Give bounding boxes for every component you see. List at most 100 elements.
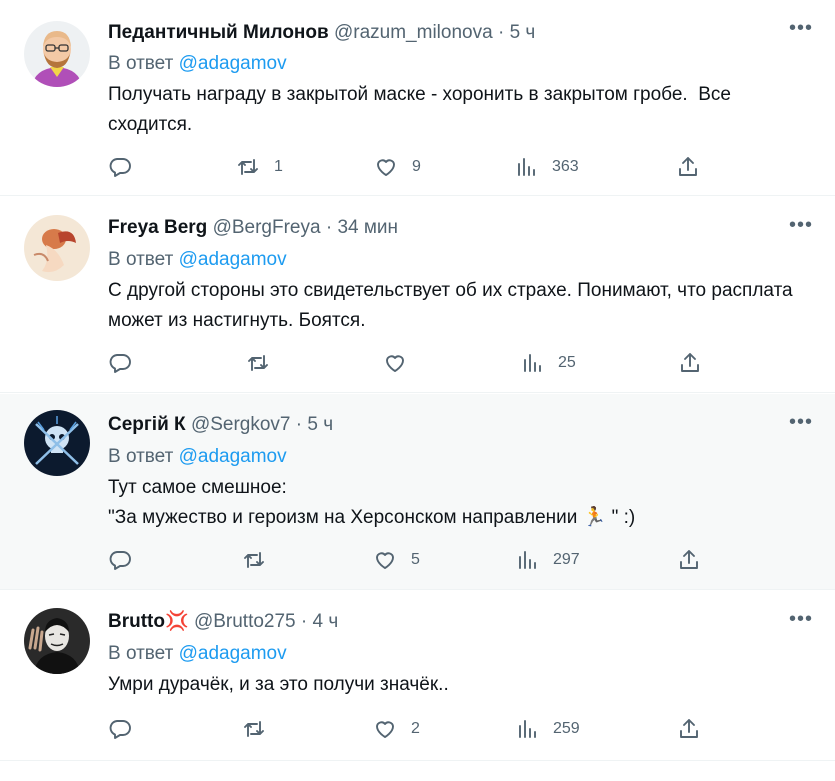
separator-dot: · — [325, 217, 333, 238]
reply-mention-link[interactable]: @adagamov — [179, 53, 287, 74]
tweet-text: С другой стороны это свидетельствует об … — [108, 280, 798, 331]
reply-icon — [109, 158, 131, 177]
reply-prefix: В ответ — [108, 643, 174, 664]
share-icon — [679, 157, 697, 176]
avatar-painting-icon — [24, 215, 90, 281]
user-handle[interactable]: @Sergkov7 — [191, 414, 291, 435]
more-options-icon[interactable]: ••• — [789, 18, 813, 46]
separator-dot: · — [300, 611, 308, 632]
share-icon — [680, 550, 698, 569]
user-avatar[interactable] — [24, 410, 90, 476]
reply-icon — [109, 720, 131, 739]
heart-icon — [377, 159, 395, 176]
reply-button[interactable] — [108, 152, 146, 182]
avatar-cartoon-face-icon — [24, 21, 90, 87]
retweet-button[interactable]: 1 — [236, 152, 283, 182]
tweet-time[interactable]: 4 ч — [313, 611, 339, 632]
share-icon — [680, 719, 698, 738]
retweet-icon — [244, 721, 264, 737]
reply-context: В ответ @adagamov — [108, 52, 287, 76]
tweet-text: Получать награду в закрытой маске - хоро… — [108, 84, 737, 135]
user-handle[interactable]: @razum_milonova — [334, 22, 493, 43]
views-button[interactable]: 259 — [515, 714, 580, 744]
tweet-actions: 1 9 363 — [0, 152, 835, 182]
retweet-icon — [244, 552, 264, 568]
reply-button[interactable] — [108, 348, 146, 378]
anger-emoji-icon: 💢 — [164, 611, 189, 632]
like-button[interactable]: 5 — [373, 545, 420, 575]
reply-context: В ответ @adagamov — [108, 642, 287, 666]
like-count: 2 — [411, 720, 420, 737]
heart-icon — [376, 721, 394, 738]
tweet-item[interactable]: Сергій К @Sergkov7 · 5 ч ••• В ответ @ad… — [0, 394, 835, 590]
like-count: 9 — [412, 158, 421, 175]
reply-mention-link[interactable]: @adagamov — [179, 446, 287, 467]
tweet-item[interactable]: Педантичный Милонов @razum_milonova · 5 … — [0, 0, 835, 196]
view-count: 297 — [553, 551, 580, 568]
reply-icon — [109, 354, 131, 373]
separator-dot: · — [497, 22, 505, 43]
tweet-header: Freya Berg @BergFreya · 34 мин — [108, 216, 775, 240]
user-avatar[interactable] — [24, 215, 90, 281]
more-options-icon[interactable]: ••• — [789, 215, 813, 243]
avatar-skull-swords-icon — [24, 410, 90, 476]
tweet-header: Brutto💢 @Brutto275 · 4 ч — [108, 610, 775, 634]
user-handle[interactable]: @Brutto275 — [194, 611, 296, 632]
share-button[interactable] — [677, 545, 701, 575]
reply-prefix: В ответ — [108, 249, 174, 270]
tweet-item[interactable]: Brutto💢 @Brutto275 · 4 ч ••• В ответ @ad… — [0, 591, 835, 761]
separator-dot: · — [295, 414, 303, 435]
user-display-name[interactable]: Brutto — [108, 611, 165, 632]
tweet-actions: 2 259 — [0, 714, 835, 744]
user-avatar[interactable] — [24, 21, 90, 87]
share-button[interactable] — [676, 152, 700, 182]
views-button[interactable]: 363 — [514, 152, 579, 182]
retweet-icon — [238, 159, 258, 175]
tweet-header: Сергій К @Sergkov7 · 5 ч — [108, 413, 775, 437]
user-display-name[interactable]: Freya Berg — [108, 217, 207, 238]
more-options-icon[interactable]: ••• — [789, 412, 813, 440]
views-chart-icon — [519, 551, 536, 569]
heart-icon — [386, 355, 404, 372]
heart-icon — [376, 552, 394, 569]
share-button[interactable] — [678, 348, 702, 378]
tweet-item[interactable]: Freya Berg @BergFreya · 34 мин ••• В отв… — [0, 197, 835, 393]
views-button[interactable]: 297 — [515, 545, 580, 575]
reply-button[interactable] — [108, 545, 146, 575]
retweet-icon — [248, 355, 268, 371]
user-avatar[interactable] — [24, 608, 90, 674]
user-display-name[interactable]: Сергій К — [108, 414, 186, 435]
views-chart-icon — [518, 158, 535, 176]
reply-prefix: В ответ — [108, 446, 174, 467]
like-button[interactable]: 9 — [374, 152, 421, 182]
tweet-time[interactable]: 34 мин — [337, 217, 398, 238]
reply-mention-link[interactable]: @adagamov — [179, 643, 287, 664]
views-chart-icon — [524, 354, 541, 372]
share-button[interactable] — [677, 714, 701, 744]
tweet-actions: 5 297 — [0, 545, 835, 575]
user-display-name[interactable]: Педантичный Милонов — [108, 22, 329, 43]
reply-button[interactable] — [108, 714, 146, 744]
tweet-text: Умри дурачёк, и за это получи значёк.. — [108, 674, 449, 695]
retweet-button[interactable] — [242, 545, 280, 575]
view-count: 259 — [553, 720, 580, 737]
tweet-time[interactable]: 5 ч — [307, 414, 333, 435]
view-count: 363 — [552, 158, 579, 175]
retweet-count: 1 — [274, 158, 283, 175]
like-button[interactable] — [383, 348, 421, 378]
tweet-actions: 25 — [0, 348, 835, 378]
reply-prefix: В ответ — [108, 53, 174, 74]
share-icon — [681, 353, 699, 372]
tweet-text: Тут самое смешное: "За мужество и героиз… — [108, 477, 636, 528]
views-button[interactable]: 25 — [520, 348, 576, 378]
more-options-icon[interactable]: ••• — [789, 609, 813, 637]
reply-mention-link[interactable]: @adagamov — [179, 249, 287, 270]
retweet-button[interactable] — [242, 714, 280, 744]
reply-context: В ответ @adagamov — [108, 248, 287, 272]
reply-context: В ответ @adagamov — [108, 445, 287, 469]
user-handle[interactable]: @BergFreya — [213, 217, 321, 238]
like-button[interactable]: 2 — [373, 714, 420, 744]
retweet-button[interactable] — [246, 348, 284, 378]
tweet-time[interactable]: 5 ч — [510, 22, 536, 43]
avatar-masked-person-icon — [24, 608, 90, 674]
